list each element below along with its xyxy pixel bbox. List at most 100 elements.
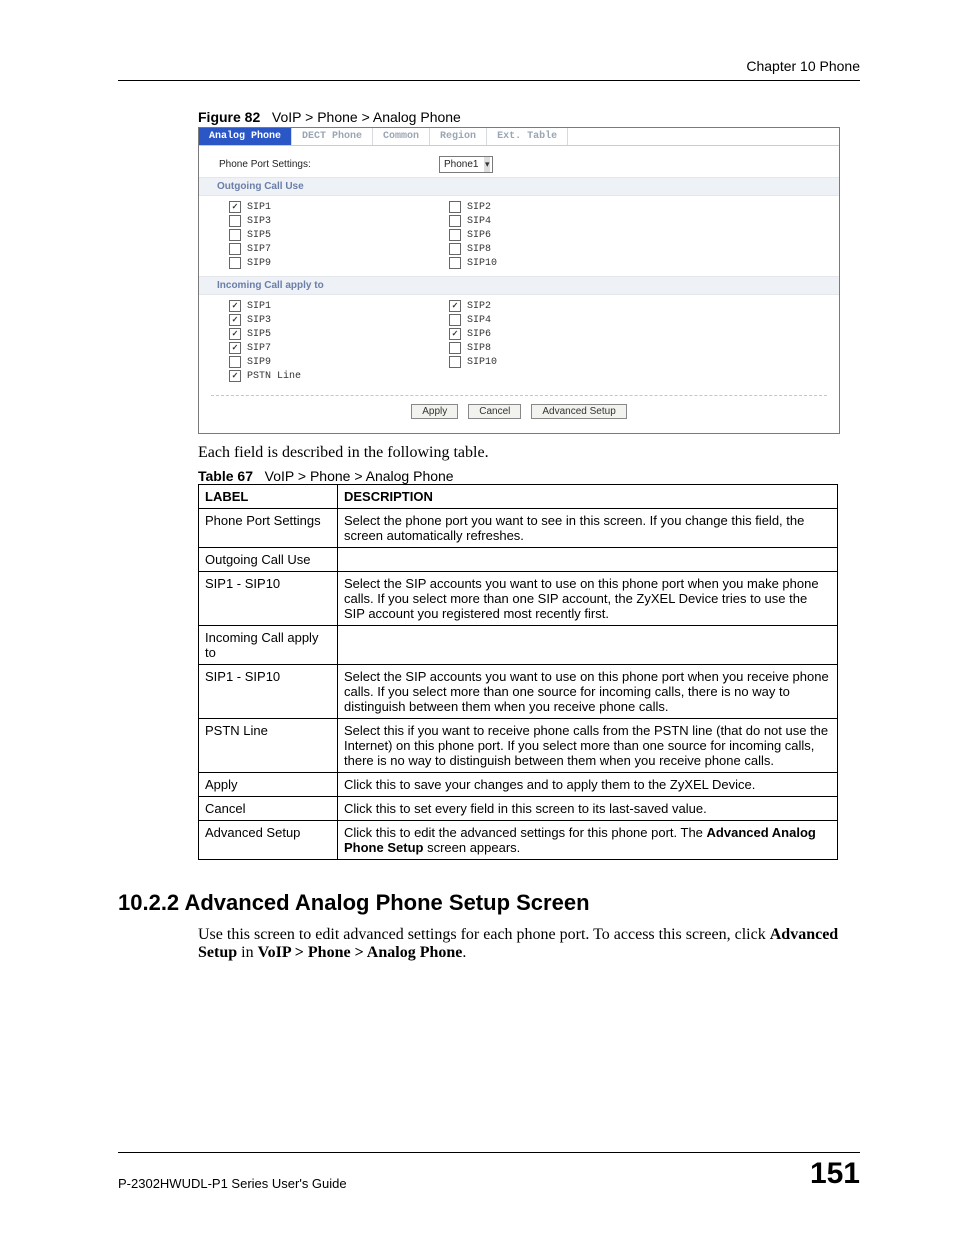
checkbox-out-sip10[interactable] [449,257,461,269]
checkbox-out-sip3[interactable] [229,215,241,227]
checkbox-label: SIP8 [467,343,491,354]
checkbox-out-sip1[interactable] [229,201,241,213]
incoming-checkbox-grid: SIP1 SIP3 SIP5 SIP7 SIP9 PSTN Line SIP2 … [199,295,839,389]
checkbox-label: SIP5 [247,230,271,241]
table-cell-label: Advanced Setup [199,821,338,860]
tab-common[interactable]: Common [373,128,430,145]
checkbox-label: SIP9 [247,258,271,269]
text-span: Click this to edit the advanced settings… [344,825,707,840]
table-caption: Table 67 VoIP > Phone > Analog Phone [198,468,860,484]
outgoing-checkbox-grid: SIP1 SIP3 SIP5 SIP7 SIP9 SIP2 SIP4 SIP6 … [199,196,839,276]
checkbox-label: SIP5 [247,329,271,340]
cancel-button[interactable]: Cancel [468,404,521,419]
page-number: 151 [810,1157,860,1191]
tab-dect-phone[interactable]: DECT Phone [292,128,373,145]
checkbox-label: SIP6 [467,230,491,241]
table-cell-desc: Click this to save your changes and to a… [338,773,838,797]
figure-label: Figure 82 [198,109,260,125]
outgoing-col-left: SIP1 SIP3 SIP5 SIP7 SIP9 [229,200,449,270]
table-cell-label: Outgoing Call Use [199,548,338,572]
table-label: Table 67 [198,468,253,484]
table-row: SIP1 - SIP10Select the SIP accounts you … [199,665,838,719]
section-incoming: Incoming Call apply to [199,276,839,295]
table-row: PSTN LineSelect this if you want to rece… [199,719,838,773]
page-footer: P-2302HWUDL-P1 Series User's Guide 151 [118,1152,860,1191]
checkbox-label: SIP4 [467,216,491,227]
checkbox-in-sip2[interactable] [449,300,461,312]
checkbox-in-sip6[interactable] [449,328,461,340]
checkbox-out-sip7[interactable] [229,243,241,255]
table-cell-label: SIP1 - SIP10 [199,572,338,626]
phone-port-label: Phone Port Settings: [219,159,439,170]
table-caption-text: VoIP > Phone > Analog Phone [265,468,454,484]
checkbox-out-sip4[interactable] [449,215,461,227]
checkbox-label: SIP10 [467,258,497,269]
table-header-description: DESCRIPTION [338,485,838,509]
checkbox-in-sip7[interactable] [229,342,241,354]
tab-bar: Analog Phone DECT Phone Common Region Ex… [199,128,839,146]
table-cell-label: Incoming Call apply to [199,626,338,665]
intro-paragraph: Each field is described in the following… [198,444,860,462]
text-span: Use this screen to edit advanced setting… [198,926,770,943]
advanced-setup-button[interactable]: Advanced Setup [531,404,626,419]
checkbox-label: SIP2 [467,301,491,312]
section-paragraph: Use this screen to edit advanced setting… [198,926,860,962]
table-cell-desc: Select the SIP accounts you want to use … [338,665,838,719]
table-row: CancelClick this to set every field in t… [199,797,838,821]
checkbox-label: SIP3 [247,315,271,326]
checkbox-in-sip5[interactable] [229,328,241,340]
phone-port-select[interactable]: Phone1 [439,156,493,173]
footer-guide-name: P-2302HWUDL-P1 Series User's Guide [118,1176,347,1191]
checkbox-in-sip10[interactable] [449,356,461,368]
checkbox-label: SIP1 [247,301,271,312]
checkbox-in-sip9[interactable] [229,356,241,368]
table-cell-label: Cancel [199,797,338,821]
table-cell-label: Apply [199,773,338,797]
checkbox-label: SIP1 [247,202,271,213]
checkbox-in-sip1[interactable] [229,300,241,312]
checkbox-in-pstn[interactable] [229,370,241,382]
outgoing-col-right: SIP2 SIP4 SIP6 SIP8 SIP10 [449,200,497,270]
checkbox-label: SIP6 [467,329,491,340]
checkbox-out-sip5[interactable] [229,229,241,241]
table-cell-label: Phone Port Settings [199,509,338,548]
section-outgoing: Outgoing Call Use [199,177,839,196]
checkbox-out-sip9[interactable] [229,257,241,269]
table-cell-desc [338,548,838,572]
tab-analog-phone[interactable]: Analog Phone [199,128,292,145]
text-bold: VoIP > Phone > Analog Phone [258,944,463,961]
figure-caption-text: VoIP > Phone > Analog Phone [272,109,461,125]
tab-ext-table[interactable]: Ext. Table [487,128,568,145]
checkbox-label: SIP7 [247,343,271,354]
table-row: Outgoing Call Use [199,548,838,572]
incoming-col-left: SIP1 SIP3 SIP5 SIP7 SIP9 PSTN Line [229,299,449,383]
description-table: LABEL DESCRIPTION Phone Port SettingsSel… [198,484,838,860]
screenshot-figure: Analog Phone DECT Phone Common Region Ex… [198,127,840,434]
checkbox-out-sip6[interactable] [449,229,461,241]
text-span: . [462,944,466,961]
tab-region[interactable]: Region [430,128,487,145]
checkbox-in-sip3[interactable] [229,314,241,326]
apply-button[interactable]: Apply [411,404,458,419]
table-cell-desc [338,626,838,665]
text-span: screen appears. [423,840,520,855]
table-cell-desc: Click this to set every field in this sc… [338,797,838,821]
checkbox-label: SIP3 [247,216,271,227]
checkbox-out-sip2[interactable] [449,201,461,213]
section-heading: 10.2.2 Advanced Analog Phone Setup Scree… [118,890,860,916]
table-row: Incoming Call apply to [199,626,838,665]
table-row: SIP1 - SIP10Select the SIP accounts you … [199,572,838,626]
figure-caption: Figure 82 VoIP > Phone > Analog Phone [198,109,860,125]
button-row: Apply Cancel Advanced Setup [211,395,827,423]
checkbox-label: SIP7 [247,244,271,255]
incoming-col-right: SIP2 SIP4 SIP6 SIP8 SIP10 [449,299,497,383]
checkbox-out-sip8[interactable] [449,243,461,255]
chapter-header: Chapter 10 Phone [118,58,860,74]
checkbox-label: SIP10 [467,357,497,368]
table-cell-label: SIP1 - SIP10 [199,665,338,719]
text-span: in [237,944,257,961]
checkbox-in-sip4[interactable] [449,314,461,326]
table-cell-desc: Select this if you want to receive phone… [338,719,838,773]
checkbox-in-sip8[interactable] [449,342,461,354]
table-row: Phone Port SettingsSelect the phone port… [199,509,838,548]
